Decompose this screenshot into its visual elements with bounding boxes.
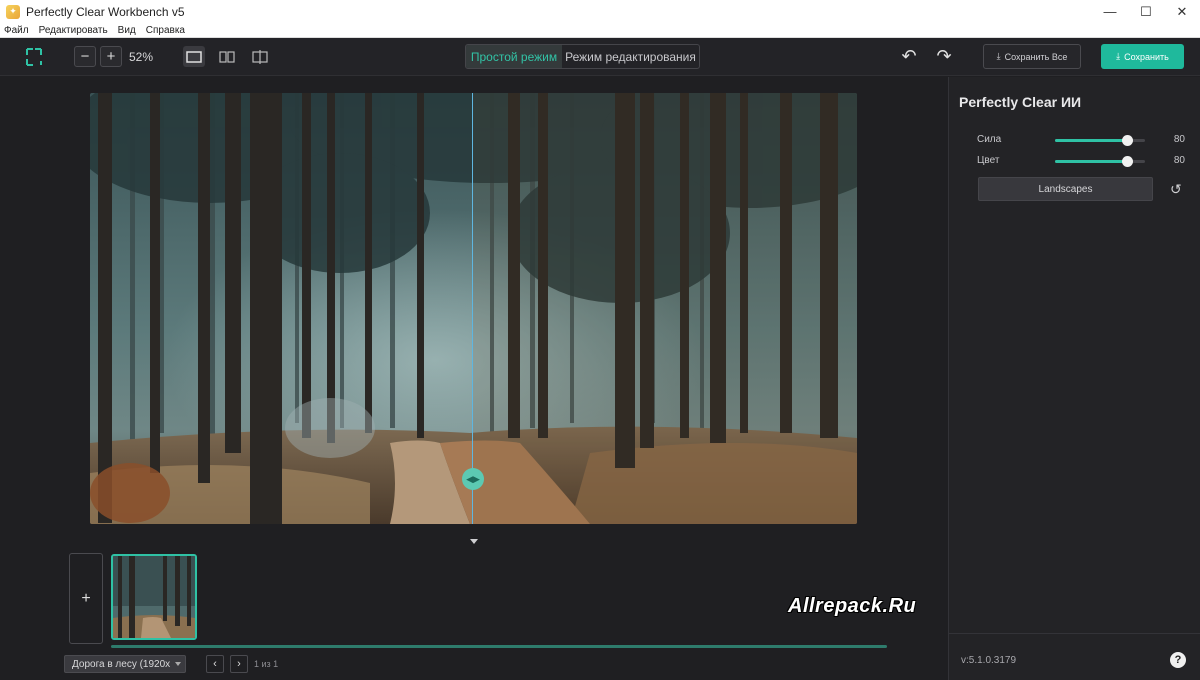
- chevron-down-icon: [175, 662, 181, 666]
- menu-view[interactable]: Вид: [118, 25, 136, 36]
- download-icon: ⤓: [1116, 51, 1121, 61]
- image-counter: 1 из 1: [254, 659, 279, 669]
- version-label: v:5.1.0.3179: [961, 655, 1017, 666]
- comparison-divider-line[interactable]: [472, 93, 473, 524]
- forest-photo[interactable]: ◀▶: [90, 93, 857, 524]
- prev-image-button[interactable]: ‹: [206, 655, 224, 673]
- panel-divider: [949, 633, 1200, 634]
- download-icon: ⤓: [996, 51, 1001, 61]
- help-icon[interactable]: ?: [1170, 652, 1186, 668]
- side-by-side-view-button[interactable]: [216, 46, 238, 67]
- app-logo-icon: ✦: [6, 4, 20, 19]
- collapse-filmstrip-icon[interactable]: [470, 539, 478, 544]
- zoom-in-button[interactable]: +: [100, 46, 122, 67]
- strength-slider-knob[interactable]: [1122, 135, 1133, 146]
- save-all-button[interactable]: ⤓ Сохранить Все: [983, 44, 1081, 69]
- redo-icon[interactable]: ↷: [935, 46, 953, 66]
- forest-image: [90, 93, 857, 524]
- add-image-button[interactable]: +: [69, 553, 103, 644]
- single-view-button[interactable]: [183, 46, 205, 67]
- undo-icon[interactable]: ↶: [900, 46, 918, 66]
- zoom-level: 52%: [129, 50, 154, 64]
- watermark-text: Allrepack.Ru: [788, 595, 917, 617]
- simple-mode-tab[interactable]: Простой режим: [466, 45, 562, 68]
- strength-slider[interactable]: [1055, 135, 1145, 146]
- maximize-button[interactable]: ☐: [1128, 0, 1164, 23]
- side-by-side-icon: [219, 50, 235, 63]
- filmstrip-scrollbar[interactable]: [111, 645, 887, 648]
- save-all-label: Сохранить Все: [1004, 51, 1068, 62]
- zoom-out-button[interactable]: −: [74, 46, 96, 67]
- next-image-button[interactable]: ›: [230, 655, 248, 673]
- panel-title: Perfectly Clear ИИ: [959, 94, 1082, 110]
- mode-switch: Простой режим Режим редактирования: [465, 44, 700, 69]
- color-label: Цвет: [977, 155, 1000, 166]
- strength-slider-row: Сила 80: [977, 133, 1189, 147]
- close-button[interactable]: ✕: [1164, 0, 1200, 23]
- save-label: Сохранить: [1124, 51, 1169, 62]
- menu-edit[interactable]: Редактировать: [39, 25, 108, 36]
- adjustments-panel: Perfectly Clear ИИ Сила 80 Цвет 80 Lands…: [948, 77, 1200, 680]
- preset-button[interactable]: Landscapes: [978, 177, 1153, 201]
- color-slider-row: Цвет 80: [977, 154, 1189, 168]
- strength-label: Сила: [977, 134, 1002, 145]
- single-view-icon: [186, 50, 202, 63]
- split-view-button[interactable]: [249, 46, 271, 67]
- image-thumbnail[interactable]: [111, 554, 197, 640]
- color-slider-knob[interactable]: [1122, 156, 1133, 167]
- window-title: Perfectly Clear Workbench v5: [26, 4, 185, 19]
- save-button[interactable]: ⤓ Сохранить: [1101, 44, 1184, 69]
- thumbnail-image: [113, 556, 195, 638]
- window-controls: — ☐ ✕: [1092, 0, 1200, 23]
- menu-help[interactable]: Справка: [146, 25, 185, 36]
- file-select-value: Дорога в лесу (1920x: [72, 658, 171, 670]
- image-canvas: ◀▶ + Allrepack.Ru Дорога в лесу (1920x ‹…: [0, 77, 948, 680]
- title-bar: ✦ Perfectly Clear Workbench v5 — ☐ ✕: [0, 0, 1200, 23]
- toolbar: − + 52% Простой режим Режим редактирован…: [0, 38, 1200, 76]
- menu-bar: Файл Редактировать Вид Справка: [0, 23, 1200, 38]
- file-select-dropdown[interactable]: Дорога в лесу (1920x: [64, 655, 186, 673]
- color-slider-fill: [1055, 160, 1127, 163]
- color-slider[interactable]: [1055, 156, 1145, 167]
- edit-mode-tab[interactable]: Режим редактирования: [562, 45, 699, 68]
- strength-value: 80: [1173, 134, 1185, 145]
- strength-slider-fill: [1055, 139, 1127, 142]
- color-value: 80: [1173, 155, 1185, 166]
- split-drag-handle-icon[interactable]: ◀▶: [462, 468, 484, 490]
- split-view-icon: [252, 49, 268, 64]
- minimize-button[interactable]: —: [1092, 0, 1128, 23]
- menu-file[interactable]: Файл: [4, 25, 29, 36]
- reset-icon[interactable]: ↺: [1170, 181, 1182, 198]
- crop-frame-logo-icon: [26, 48, 42, 66]
